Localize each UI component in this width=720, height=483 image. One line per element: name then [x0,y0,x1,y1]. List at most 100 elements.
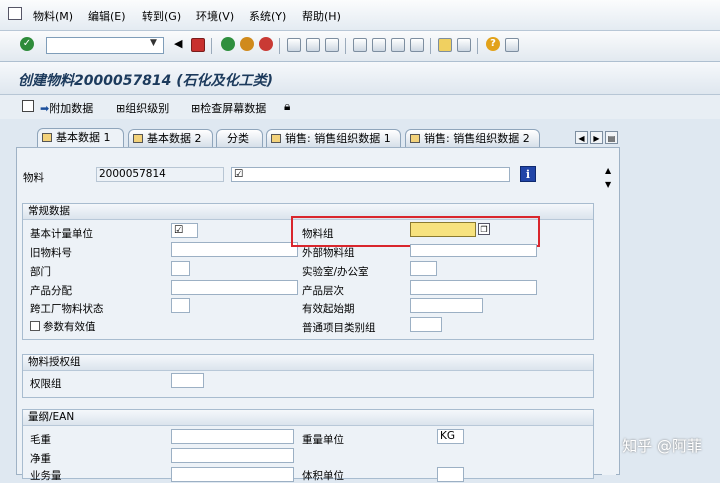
material-label: 物料 [23,172,44,184]
product-hierarchy-label: 产品层次 [302,285,344,297]
command-field[interactable] [46,37,164,54]
toolbar-separator [430,38,431,54]
application-toolbar [0,95,720,119]
toolbar-separator [477,38,478,54]
tab-label: 分类 [227,132,249,145]
tab-icon [42,133,52,142]
lab-office-field[interactable] [410,261,437,276]
tab-label: 基本数据 2 [147,132,202,145]
old-material-label: 旧物料号 [30,247,72,259]
gross-weight-label: 毛重 [30,434,51,446]
weight-unit-field[interactable]: KG [437,429,464,444]
app-menu-icon[interactable] [8,7,22,20]
new-session-icon[interactable] [438,38,452,52]
exit-icon[interactable] [240,37,254,51]
division-label: 部门 [30,266,51,278]
additional-data-label: 附加数据 [49,102,94,115]
cancel-icon[interactable] [259,37,273,51]
save-icon[interactable] [191,38,205,52]
xplant-status-field[interactable] [171,298,190,313]
net-weight-label: 净重 [30,453,51,465]
toolbar-separator [211,38,212,54]
tab-label: 销售: 销售组织数据 1 [285,132,391,145]
ext-material-group-field[interactable] [410,244,537,257]
gross-weight-field[interactable] [171,429,294,444]
gen-item-cat-label: 普通项目类别组 [302,322,376,334]
find-next-icon[interactable] [325,38,339,52]
volume-label: 业务量 [30,470,62,482]
toolbar-separator [345,38,346,54]
valid-from-field[interactable] [410,298,483,313]
find-icon[interactable] [306,38,320,52]
first-page-icon[interactable] [353,38,367,52]
help-icon[interactable]: ? [486,37,500,51]
tab-icon [271,134,281,143]
auth-group-field[interactable] [171,373,204,388]
scroll-up-icon[interactable]: ▲ [605,166,611,175]
gen-item-cat-field[interactable] [410,317,442,332]
division-field[interactable] [171,261,190,276]
print-icon[interactable] [287,38,301,52]
layout-menu-icon[interactable] [505,38,519,52]
base-uom-field[interactable]: ☑ [171,223,198,238]
product-alloc-field[interactable] [171,280,298,295]
org-levels-button[interactable]: ⊞组织级别 [116,100,169,116]
tab-scroll-right-icon[interactable]: ▶ [590,131,603,144]
back-icon[interactable] [221,37,235,51]
auth-group-section: 物料授权组 [22,354,594,398]
auth-group-label: 权限组 [30,378,62,390]
enter-icon[interactable]: ✓ [20,37,34,51]
menu-goto[interactable]: 转到(G) [142,8,181,24]
net-weight-field[interactable] [171,448,294,463]
tab-icon [410,134,420,143]
tab-icon [133,134,143,143]
tab-label: 销售: 销售组织数据 2 [424,132,530,145]
param-effect-checkbox[interactable] [30,321,40,331]
tab-basic-data-2[interactable]: 基本数据 2 [128,129,213,147]
check-screen-data-button[interactable]: ⊞检查屏幕数据 [191,100,266,116]
menu-material[interactable]: 物料(M) [33,8,73,24]
prev-page-icon[interactable] [372,38,386,52]
menu-system[interactable]: 系统(Y) [249,8,286,24]
group-title: 物料授权组 [23,355,593,371]
info-icon[interactable]: i [520,166,536,182]
tab-label: 基本数据 1 [56,131,111,144]
material-description-field[interactable]: ☑ [231,167,510,182]
material-number-field: 2000057814 [96,167,224,182]
tab-sales-org-1[interactable]: 销售: 销售组织数据 1 [266,129,401,147]
last-page-icon[interactable] [410,38,424,52]
lock-icon[interactable]: 🔒︎ [284,99,290,114]
watermark: 知乎 @阿菲 [622,437,702,455]
xplant-status-label: 跨工厂物料状态 [30,303,104,315]
scroll-down-icon[interactable]: ▼ [605,180,611,189]
tab-list-icon[interactable]: ▤ [605,131,618,144]
valid-from-label: 有效起始期 [302,303,355,315]
tab-basic-data-1[interactable]: 基本数据 1 [37,128,124,148]
toolbar-separator [279,38,280,54]
vertical-scrollbar[interactable] [602,160,616,475]
old-material-field[interactable] [171,242,298,257]
tab-sales-org-2[interactable]: 销售: 销售组织数据 2 [405,129,540,147]
additional-data-button[interactable]: ➡附加数据 [40,100,93,116]
menu-environment[interactable]: 环境(V) [196,8,234,24]
tab-classification[interactable]: 分类 [216,129,263,147]
menu-edit[interactable]: 编辑(E) [88,8,126,24]
org-levels-label: 组织级别 [125,102,170,115]
product-hierarchy-field[interactable] [410,280,537,295]
volume-unit-label: 体积单位 [302,470,344,482]
group-title: 量纲/EAN [23,410,593,426]
next-page-icon[interactable] [391,38,405,52]
chevron-down-icon[interactable]: ▼ [150,38,157,48]
tab-scroll-left-icon[interactable]: ◀ [575,131,588,144]
base-uom-label: 基本计量单位 [30,228,93,240]
views-icon[interactable] [22,100,34,112]
arrow-right-icon: ➡ [40,102,50,115]
shortcut-icon[interactable] [457,38,471,52]
lab-office-label: 实验室/办公室 [302,266,369,278]
ext-material-group-label: 外部物料组 [302,247,355,259]
product-alloc-label: 产品分配 [30,285,72,297]
check-screen-data-label: 检查屏幕数据 [200,102,267,115]
back-small-icon[interactable]: ◀ [174,37,182,50]
menu-help[interactable]: 帮助(H) [302,8,341,24]
org-structure-icon: ⊞ [116,102,126,115]
